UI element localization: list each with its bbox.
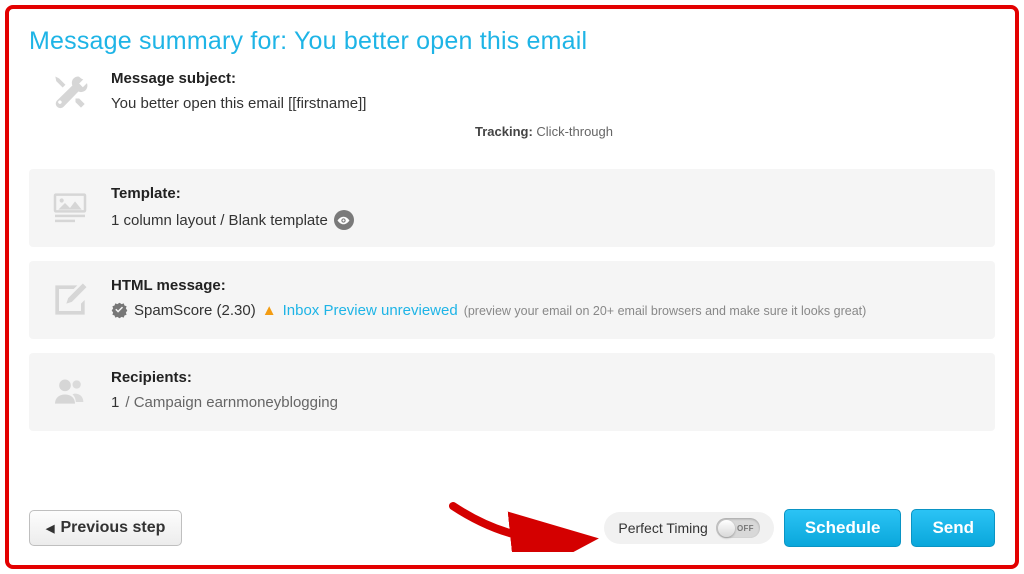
spam-score: SpamScore (2.30)	[134, 302, 256, 319]
edit-icon	[47, 277, 93, 323]
inbox-preview-link[interactable]: Inbox Preview unreviewed	[283, 302, 458, 319]
triangle-left-icon: ◀	[46, 522, 54, 535]
inbox-preview-hint: (preview your email on 20+ email browser…	[464, 304, 867, 318]
send-button[interactable]: Send	[911, 509, 995, 547]
check-badge-icon	[111, 302, 128, 319]
recipients-card: Recipients: 1/ Campaign earnmoneybloggin…	[29, 353, 995, 431]
previous-step-button[interactable]: ◀ Previous step	[29, 510, 182, 546]
html-message-card: HTML message: SpamScore (2.30) ▲ Inbox P…	[29, 261, 995, 339]
warning-icon: ▲	[262, 302, 277, 319]
html-label: HTML message:	[111, 277, 977, 294]
perfect-timing-toggle[interactable]: Perfect Timing OFF	[604, 512, 773, 544]
subject-card: Message subject: You better open this em…	[29, 70, 995, 155]
recipients-value: 1/ Campaign earnmoneyblogging	[111, 394, 977, 411]
tools-icon	[47, 70, 93, 116]
template-icon	[47, 185, 93, 231]
subject-value: You better open this email [[firstname]]	[111, 95, 977, 112]
subject-label: Message subject:	[111, 70, 977, 87]
people-icon	[47, 369, 93, 415]
footer-bar: ◀ Previous step Perfect Timing OFF Sched…	[29, 509, 995, 547]
recipients-label: Recipients:	[111, 369, 977, 386]
template-value: 1 column layout / Blank template	[111, 210, 977, 230]
toggle-switch[interactable]: OFF	[716, 518, 760, 538]
template-card: Template: 1 column layout / Blank templa…	[29, 169, 995, 247]
template-label: Template:	[111, 185, 977, 202]
page-title: Message summary for: You better open thi…	[29, 27, 995, 56]
tracking-info: Tracking: Click-through	[111, 124, 977, 139]
schedule-button[interactable]: Schedule	[784, 509, 902, 547]
eye-icon[interactable]	[334, 210, 354, 230]
